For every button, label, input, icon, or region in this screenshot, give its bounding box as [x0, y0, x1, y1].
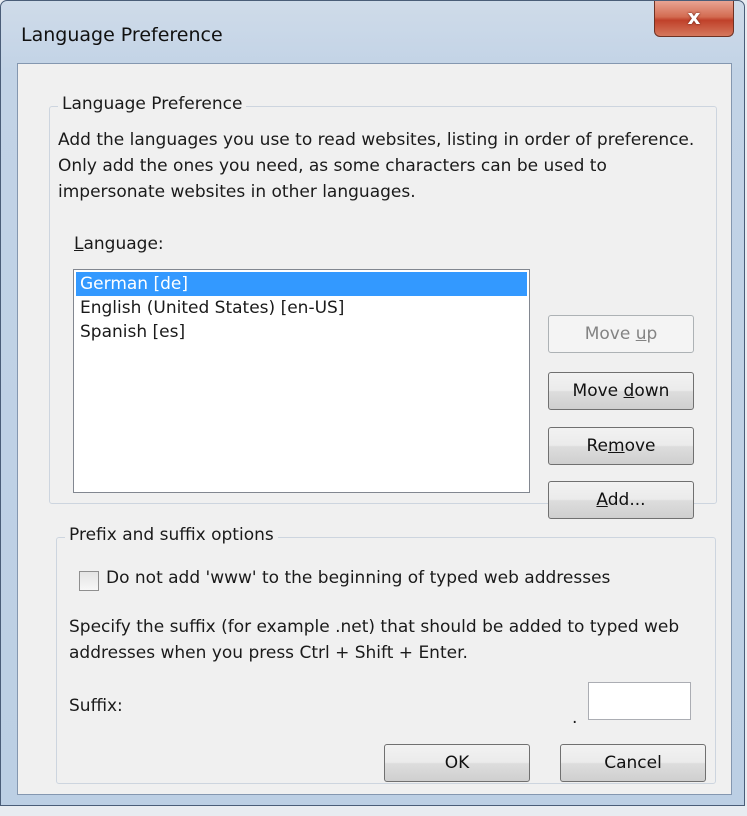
move-down-button[interactable]: Move down: [548, 372, 694, 410]
www-checkbox[interactable]: [79, 571, 99, 591]
prefix-group-legend: Prefix and suffix options: [65, 525, 278, 545]
close-button[interactable]: x: [654, 1, 734, 37]
language-list-item[interactable]: Spanish [es]: [76, 320, 527, 344]
language-list-item[interactable]: German [de]: [76, 272, 527, 296]
language-listbox[interactable]: German [de] English (United States) [en-…: [73, 269, 530, 493]
suffix-dot: .: [572, 708, 578, 728]
language-group-legend: Language Preference: [58, 94, 247, 114]
add-button[interactable]: Add...: [548, 481, 694, 519]
language-list-label: Language:: [74, 234, 164, 254]
suffix-description: Specify the suffix (for example .net) th…: [69, 617, 680, 663]
language-list-item[interactable]: English (United States) [en-US]: [76, 296, 527, 320]
ok-button[interactable]: OK: [384, 744, 530, 782]
suffix-input[interactable]: [588, 682, 691, 720]
language-label-rest: anguage:: [83, 234, 164, 254]
close-icon: x: [687, 5, 701, 29]
www-checkbox-label[interactable]: Do not add 'www' to the beginning of typ…: [106, 568, 610, 588]
dialog-client-area: Language Preference Add the languages yo…: [17, 63, 732, 795]
remove-button[interactable]: Remove: [548, 427, 694, 465]
language-description: Add the languages you use to read websit…: [58, 130, 695, 202]
dialog-window: Language Preference x Language Preferenc…: [0, 0, 745, 806]
move-up-button[interactable]: Move up: [548, 315, 694, 353]
suffix-label: Suffix:: [69, 696, 123, 716]
language-preference-group: Language Preference Add the languages yo…: [49, 94, 717, 519]
cancel-button[interactable]: Cancel: [560, 744, 706, 782]
window-title: Language Preference: [21, 24, 223, 46]
